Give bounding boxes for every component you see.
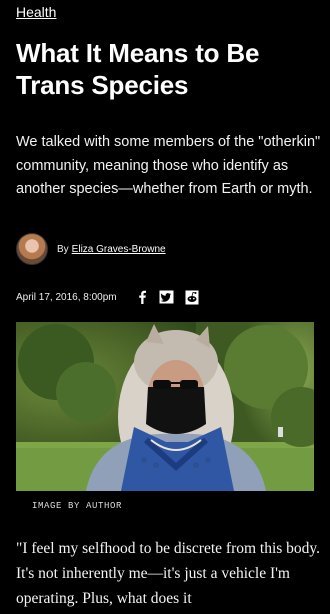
- article-hero-image: [16, 322, 314, 491]
- byline: By Eliza Graves-Browne: [16, 233, 166, 265]
- facebook-share-button[interactable]: [134, 289, 150, 305]
- hero-photo: [16, 322, 314, 491]
- category-link[interactable]: Health: [16, 4, 56, 20]
- article-title: What It Means to Be Trans Species: [16, 38, 260, 100]
- reddit-icon: [185, 290, 199, 304]
- publish-date: April 17, 2016, 8:00pm: [16, 292, 117, 303]
- reddit-share-button[interactable]: [184, 289, 200, 305]
- image-caption: IMAGE BY AUTHOR: [32, 501, 123, 511]
- twitter-share-button[interactable]: [158, 289, 174, 305]
- author-avatar[interactable]: [16, 233, 48, 265]
- facebook-icon: [139, 290, 146, 304]
- byline-prefix: By: [57, 243, 69, 255]
- author-link[interactable]: Eliza Graves-Browne: [72, 244, 166, 255]
- article-body: "I feel my selfhood to be discrete from …: [16, 540, 321, 607]
- article-dek: We talked with some members of the "othe…: [16, 134, 321, 197]
- twitter-icon: [159, 290, 173, 304]
